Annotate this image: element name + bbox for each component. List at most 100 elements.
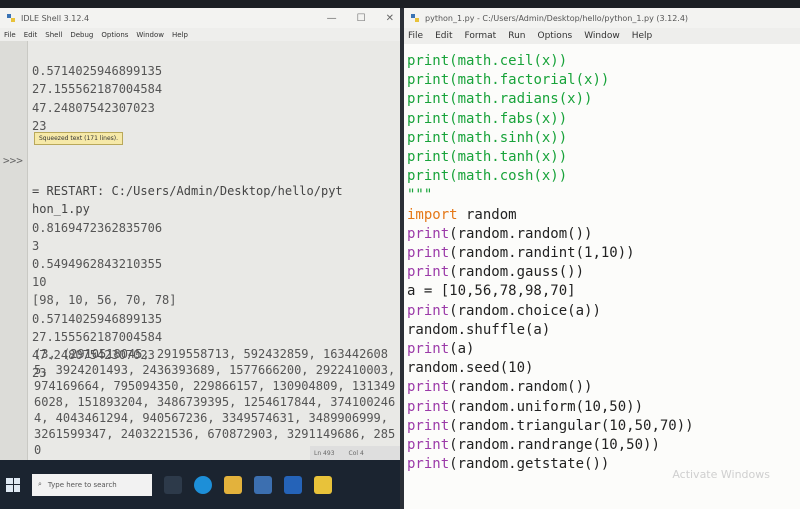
code-line: print(random.triangular(10,50,70)) <box>407 417 694 436</box>
getstate-output: (3, (2910518045, 2919558713, 592432859, … <box>34 347 396 457</box>
code-text: (math.cosh(x)) <box>449 168 568 185</box>
output-line: 0.5494962843210355 <box>32 257 163 272</box>
task-view-icon[interactable] <box>164 475 182 494</box>
code-line: print(random.random()) <box>407 378 694 397</box>
output-line: 3 <box>32 238 40 253</box>
shell-title: IDLE Shell 3.12.4 <box>21 13 90 23</box>
editor-menubar: File Edit Format Run Options Window Help <box>404 28 800 44</box>
editor-window: python_1.py - C:/Users/Admin/Desktop/hel… <box>400 8 800 509</box>
code-line: print(random.gauss()) <box>407 263 694 282</box>
code-line: random.shuffle(a) <box>407 321 694 340</box>
code-keyword: print <box>407 110 450 127</box>
menu-window[interactable]: Window <box>584 31 620 41</box>
windows-start-icon[interactable] <box>6 477 20 492</box>
code-line: print(math.radians(x)) <box>407 90 694 109</box>
code-line: print(math.tanh(x)) <box>407 148 694 167</box>
activate-windows-watermark: Activate Windows <box>672 468 770 481</box>
editor-titlebar[interactable]: python_1.py - C:/Users/Admin/Desktop/hel… <box>404 8 800 28</box>
code-text: (random.triangular(10,50,70)) <box>449 417 694 434</box>
code-keyword: print <box>407 168 450 185</box>
output-line: 10 <box>32 275 47 290</box>
code-text: (random.uniform(10,50)) <box>449 398 644 415</box>
code-text: random.shuffle(a) <box>407 321 551 338</box>
maximize-icon[interactable]: ☐ <box>357 13 366 24</box>
code-keyword: import <box>407 206 458 223</box>
output-line: 47.24807542307023 <box>32 100 155 115</box>
code-text: (random.gauss()) <box>449 264 585 281</box>
restart-line: hon_1.py <box>32 202 90 217</box>
code-text: (random.choice(a)) <box>449 302 601 319</box>
output-line: 0.5714025946899135 <box>32 64 163 79</box>
menu-file[interactable]: File <box>408 31 423 41</box>
code-text: (random.randint(1,10)) <box>449 245 635 262</box>
menu-file[interactable]: File <box>4 31 16 39</box>
python-icon <box>7 14 15 22</box>
code-keyword: print <box>407 437 450 454</box>
code-text: (math.factorial(x)) <box>449 72 610 89</box>
close-icon[interactable]: ✕ <box>386 13 394 24</box>
code-text: (math.ceil(x)) <box>449 53 568 69</box>
code-keyword: print <box>407 53 450 69</box>
code-keyword: print <box>407 264 450 281</box>
code-line: print(math.factorial(x)) <box>407 71 694 90</box>
output-line: 0.5714025946899135 <box>32 311 163 326</box>
menu-run[interactable]: Run <box>508 31 525 41</box>
shell-menubar: File Edit Shell Debug Options Window Hel… <box>0 28 400 41</box>
menu-debug[interactable]: Debug <box>70 31 93 39</box>
taskbar-search[interactable]: ⌕ Type here to search <box>32 473 152 496</box>
code-line: print(random.uniform(10,50)) <box>407 398 694 417</box>
code-text: (a) <box>449 341 475 358</box>
code-keyword: print <box>407 225 450 242</box>
code-line: print(math.ceil(x)) <box>407 52 694 71</box>
shell-output[interactable]: 0.5714025946899135 27.155562187004584 47.2… <box>32 44 394 171</box>
code-text: (random.random()) <box>449 379 593 396</box>
code-line: print(random.randrange(10,50)) <box>407 436 694 455</box>
mail-icon[interactable] <box>284 475 302 494</box>
output-line: 27.155562187004584 <box>32 82 163 97</box>
shell-gutter <box>0 41 28 460</box>
code-text: (random.randrange(10,50)) <box>449 437 660 454</box>
code-text: (random.random()) <box>449 225 593 242</box>
code-keyword: print <box>407 341 450 358</box>
menu-options[interactable]: Options <box>101 31 128 39</box>
code-text: (math.radians(x)) <box>449 91 593 108</box>
store-icon[interactable] <box>254 475 272 494</box>
code-line: print(a) <box>407 340 694 359</box>
file-explorer-icon[interactable] <box>224 475 242 494</box>
edge-icon[interactable] <box>194 475 212 494</box>
code-line: a = [10,56,78,98,70] <box>407 282 694 301</box>
output-line: 0.8169472362835706 <box>32 220 163 235</box>
code-keyword: print <box>407 456 450 473</box>
code-line: print(math.fabs(x)) <box>407 110 694 129</box>
search-placeholder: Type here to search <box>47 480 117 489</box>
code-keyword: print <box>407 245 450 262</box>
code-editor[interactable]: print(math.ceil(x)) print(math.factorial(… <box>407 52 694 474</box>
code-text: """ <box>407 187 433 204</box>
menu-help[interactable]: Help <box>172 31 188 39</box>
python-taskbar-icon[interactable] <box>314 475 332 494</box>
shell-titlebar[interactable]: IDLE Shell 3.12.4 — ☐ ✕ <box>0 8 400 28</box>
menu-edit[interactable]: Edit <box>24 31 38 39</box>
menu-format[interactable]: Format <box>465 31 497 41</box>
menu-options[interactable]: Options <box>537 31 572 41</box>
editor-title: python_1.py - C:/Users/Admin/Desktop/hel… <box>425 13 689 23</box>
code-keyword: print <box>407 417 450 434</box>
code-text: random.seed(10) <box>407 360 534 377</box>
menu-shell[interactable]: Shell <box>45 31 62 39</box>
status-col: Col 4 <box>348 449 364 457</box>
shell-statusbar: Ln 493 Col 4 <box>310 446 400 460</box>
code-line: print(random.randint(1,10)) <box>407 244 694 263</box>
code-keyword: print <box>407 72 450 89</box>
minimize-icon[interactable]: — <box>327 13 337 24</box>
output-line: [98, 10, 56, 70, 78] <box>32 293 177 308</box>
menu-edit[interactable]: Edit <box>435 31 452 41</box>
code-keyword: print <box>407 91 450 108</box>
squeezed-text-button[interactable]: Squeezed text (171 lines). <box>34 132 124 145</box>
menu-help[interactable]: Help <box>632 31 653 41</box>
code-line: print(random.random()) <box>407 225 694 244</box>
output-line: 27.155562187004584 <box>32 329 163 344</box>
python-icon <box>411 14 419 22</box>
code-text: a = [10,56,78,98,70] <box>407 283 576 300</box>
menu-window[interactable]: Window <box>136 31 164 39</box>
code-keyword: print <box>407 149 450 166</box>
